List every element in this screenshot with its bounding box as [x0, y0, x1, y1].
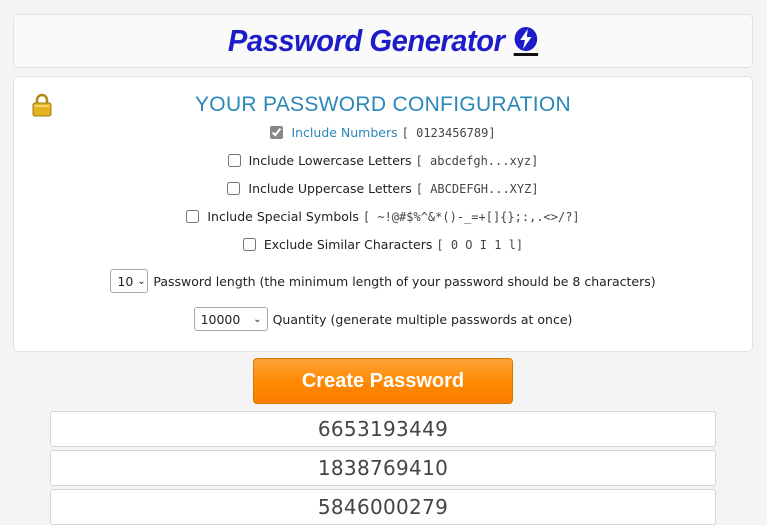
chevron-down-icon: ⌄ — [253, 313, 262, 325]
include-lowercase-sample: [ abcdefgh...xyz] — [415, 153, 539, 168]
create-password-button[interactable]: Create Password — [253, 358, 513, 404]
include-numbers-sample: [ 0123456789] — [401, 125, 496, 140]
length-select[interactable]: 10 ⌄ — [110, 269, 149, 293]
option-exclude-similar: Exclude Similar Characters [ 0 O I 1 l] — [14, 237, 752, 252]
quantity-label: Quantity (generate multiple passwords at… — [272, 311, 573, 327]
option-include-lowercase: Include Lowercase Letters [ abcdefgh...x… — [14, 153, 752, 168]
include-lowercase-label[interactable]: Include Lowercase Letters — [249, 153, 412, 168]
include-numbers-checkbox[interactable] — [270, 126, 284, 139]
app-title-text: Password Generator — [227, 23, 505, 58]
config-title: YOUR PASSWORD CONFIGURATION — [195, 93, 571, 116]
header-panel: Password Generator — [13, 14, 753, 68]
exclude-similar-label[interactable]: Exclude Similar Characters — [264, 237, 432, 252]
include-symbols-sample: [ ~!@#$%^&*()-_=+[]{};:,.<>/?] — [362, 209, 580, 224]
exclude-similar-checkbox[interactable] — [242, 238, 256, 251]
chevron-down-icon: ⌄ — [137, 275, 146, 287]
quantity-select-value: 10000 — [200, 311, 241, 327]
password-result[interactable]: 6653193449 — [50, 411, 716, 447]
config-panel: YOUR PASSWORD CONFIGURATION Include Numb… — [13, 76, 753, 352]
password-result[interactable]: 1838769410 — [50, 450, 716, 486]
password-result[interactable]: 5846000279 — [50, 489, 716, 525]
exclude-similar-sample: [ 0 O I 1 l] — [436, 237, 524, 252]
length-select-value: 10 — [117, 273, 134, 289]
include-symbols-label[interactable]: Include Special Symbols — [207, 209, 359, 224]
include-numbers-label[interactable]: Include Numbers — [291, 125, 397, 140]
quantity-select[interactable]: 10000 ⌄ — [193, 307, 268, 331]
lightning-bolt-icon — [513, 26, 539, 56]
option-include-symbols: Include Special Symbols [ ~!@#$%^&*()-_=… — [14, 209, 752, 224]
include-uppercase-sample: [ ABCDEFGH...XYZ] — [415, 181, 539, 196]
include-uppercase-checkbox[interactable] — [227, 182, 241, 195]
length-label: Password length (the minimum length of y… — [153, 273, 656, 289]
quantity-row: 10000 ⌄ Quantity (generate multiple pass… — [14, 307, 752, 331]
length-row: 10 ⌄ Password length (the minimum length… — [14, 269, 752, 293]
include-lowercase-checkbox[interactable] — [227, 154, 241, 167]
app-title: Password Generator — [227, 23, 539, 59]
include-symbols-checkbox[interactable] — [186, 210, 200, 223]
option-include-numbers: Include Numbers [ 0123456789] — [14, 125, 752, 140]
include-uppercase-label[interactable]: Include Uppercase Letters — [248, 181, 411, 196]
option-include-uppercase: Include Uppercase Letters [ ABCDEFGH...X… — [14, 181, 752, 196]
